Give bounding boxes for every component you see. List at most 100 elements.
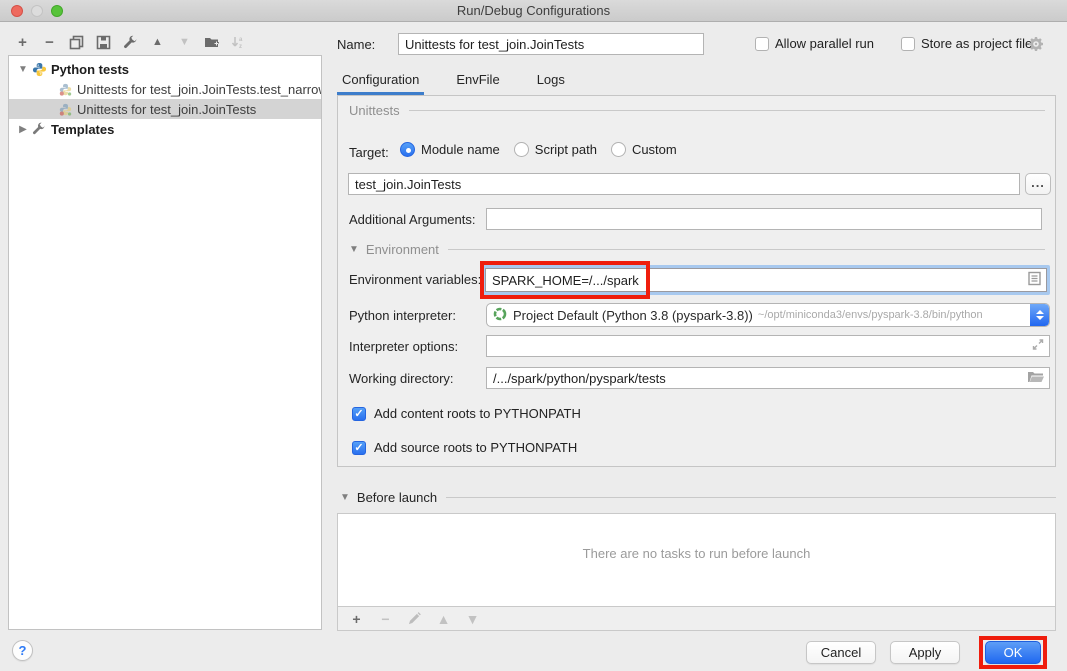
sort-alphabetically-icon: az (230, 34, 247, 51)
tree-item-python-tests[interactable]: ▼ Python tests (9, 59, 321, 79)
radio-selected-icon[interactable] (400, 142, 415, 157)
configurations-tree: ▼ Python tests Unittests for test_join.J… (8, 55, 322, 630)
config-tabs: Configuration EnvFile Logs (337, 70, 570, 95)
python-test-icon (57, 81, 73, 97)
checkbox-label: Add source roots to PYTHONPATH (374, 440, 577, 455)
working-directory-field (486, 367, 1050, 389)
radio-label: Custom (632, 142, 677, 157)
tree-item-templates[interactable]: ▶ Templates (9, 119, 321, 139)
move-up-icon[interactable]: ▲ (149, 34, 166, 51)
allow-parallel-run-label: Allow parallel run (775, 36, 874, 51)
highlight-box-env-vars (480, 261, 650, 299)
tree-item-label: Templates (51, 122, 114, 137)
section-divider (446, 497, 1056, 498)
checkbox-unchecked-icon[interactable] (755, 37, 769, 51)
wrench-icon (31, 121, 47, 137)
section-collapse-icon[interactable]: ▼ (340, 492, 350, 503)
working-directory-input[interactable] (486, 367, 1050, 389)
module-name-input[interactable] (348, 173, 1020, 195)
add-configuration-icon[interactable]: + (14, 34, 31, 51)
before-launch-toolbar: + − ▲ ▼ (337, 606, 1056, 631)
python-interpreter-select[interactable]: Project Default (Python 3.8 (pyspark-3.8… (486, 303, 1050, 327)
dropdown-arrows-icon[interactable] (1030, 304, 1049, 326)
tab-envfile[interactable]: EnvFile (451, 70, 504, 95)
checkbox-checked-icon[interactable]: ✓ (352, 441, 366, 455)
folder-icon[interactable] (1027, 370, 1044, 386)
section-collapse-icon[interactable]: ▼ (349, 244, 359, 255)
configurations-toolbar: + − ▲ ▼ az (14, 32, 247, 52)
new-folder-icon[interactable] (203, 34, 220, 51)
radio-unselected-icon[interactable] (611, 142, 626, 157)
environment-section-header: ▼ Environment (349, 242, 1045, 257)
save-configuration-icon[interactable] (95, 34, 112, 51)
target-radio-group: Module name Script path Custom (400, 142, 677, 157)
move-task-up-icon: ▲ (435, 610, 452, 627)
additional-arguments-label: Additional Arguments: (349, 212, 475, 227)
unittests-section-header: Unittests (349, 103, 1045, 118)
checkbox-label: Add content roots to PYTHONPATH (374, 406, 581, 421)
radio-unselected-icon[interactable] (514, 142, 529, 157)
radio-custom[interactable]: Custom (611, 142, 677, 157)
interpreter-options-input[interactable] (486, 335, 1050, 357)
remove-task-icon: − (377, 610, 394, 627)
title-bar: Run/Debug Configurations (0, 0, 1067, 22)
tab-logs[interactable]: Logs (532, 70, 570, 95)
python-icon (31, 61, 47, 77)
before-launch-title: Before launch (357, 490, 437, 505)
conda-env-icon (493, 307, 507, 324)
radio-label: Module name (421, 142, 500, 157)
name-input[interactable] (398, 33, 704, 55)
move-down-icon[interactable]: ▼ (176, 34, 193, 51)
python-interpreter-label: Python interpreter: (349, 308, 456, 323)
tab-configuration[interactable]: Configuration (337, 70, 424, 95)
radio-label: Script path (535, 142, 597, 157)
remove-configuration-icon[interactable]: − (41, 34, 58, 51)
window-title: Run/Debug Configurations (0, 3, 1067, 18)
expand-field-icon[interactable] (1032, 339, 1044, 354)
gear-icon[interactable] (1028, 36, 1044, 55)
allow-parallel-run-checkbox[interactable]: Allow parallel run (755, 36, 874, 51)
expanded-arrow-icon[interactable]: ▼ (17, 64, 29, 75)
edit-variables-icon[interactable] (1028, 272, 1041, 289)
interpreter-path: ~/opt/miniconda3/envs/pyspark-3.8/bin/py… (758, 309, 983, 321)
tree-item-label: Python tests (51, 62, 129, 77)
tree-item-test-narrow[interactable]: Unittests for test_join.JoinTests.test_n… (9, 79, 321, 99)
before-launch-empty-text: There are no tasks to run before launch (338, 546, 1055, 561)
help-button[interactable]: ? (12, 640, 33, 661)
name-label: Name: (337, 37, 375, 52)
python-test-icon (57, 101, 73, 117)
radio-module-name[interactable]: Module name (400, 142, 500, 157)
add-source-roots-checkbox[interactable]: ✓ Add source roots to PYTHONPATH (352, 440, 577, 455)
edit-templates-icon[interactable] (122, 34, 139, 51)
tree-item-label: Unittests for test_join.JoinTests.test_n… (77, 82, 321, 97)
svg-text:a: a (239, 37, 243, 43)
tree-item-jointests-selected[interactable]: Unittests for test_join.JoinTests (9, 99, 321, 119)
interpreter-value: Project Default (Python 3.8 (pyspark-3.8… (513, 308, 753, 323)
highlight-box-ok (979, 636, 1047, 669)
apply-button[interactable]: Apply (890, 641, 960, 664)
before-launch-task-list: There are no tasks to run before launch (337, 513, 1056, 607)
add-content-roots-checkbox[interactable]: ✓ Add content roots to PYTHONPATH (352, 406, 581, 421)
before-launch-section-header: ▼ Before launch (340, 490, 1056, 505)
tree-item-label: Unittests for test_join.JoinTests (77, 102, 256, 117)
unittests-panel: Unittests Target: Module name Script pat… (337, 95, 1056, 467)
edit-task-icon (406, 610, 423, 627)
browse-button[interactable]: ... (1025, 173, 1051, 195)
add-task-icon[interactable]: + (348, 610, 365, 627)
additional-arguments-input[interactable] (486, 208, 1042, 230)
checkbox-unchecked-icon[interactable] (901, 37, 915, 51)
checkbox-checked-icon[interactable]: ✓ (352, 407, 366, 421)
copy-configuration-icon[interactable] (68, 34, 85, 51)
environment-section-title: Environment (366, 242, 439, 257)
environment-variables-label: Environment variables: (349, 272, 481, 287)
radio-script-path[interactable]: Script path (514, 142, 597, 157)
store-as-project-file-checkbox[interactable]: Store as project file (901, 36, 1032, 51)
collapsed-arrow-icon[interactable]: ▶ (17, 124, 29, 135)
svg-text:z: z (239, 44, 242, 50)
target-label: Target: (349, 145, 389, 160)
name-row: Name: Allow parallel run Store as projec… (337, 33, 1056, 57)
move-task-down-icon: ▼ (464, 610, 481, 627)
interpreter-options-label: Interpreter options: (349, 339, 458, 354)
cancel-button[interactable]: Cancel (806, 641, 876, 664)
section-divider (448, 249, 1045, 250)
